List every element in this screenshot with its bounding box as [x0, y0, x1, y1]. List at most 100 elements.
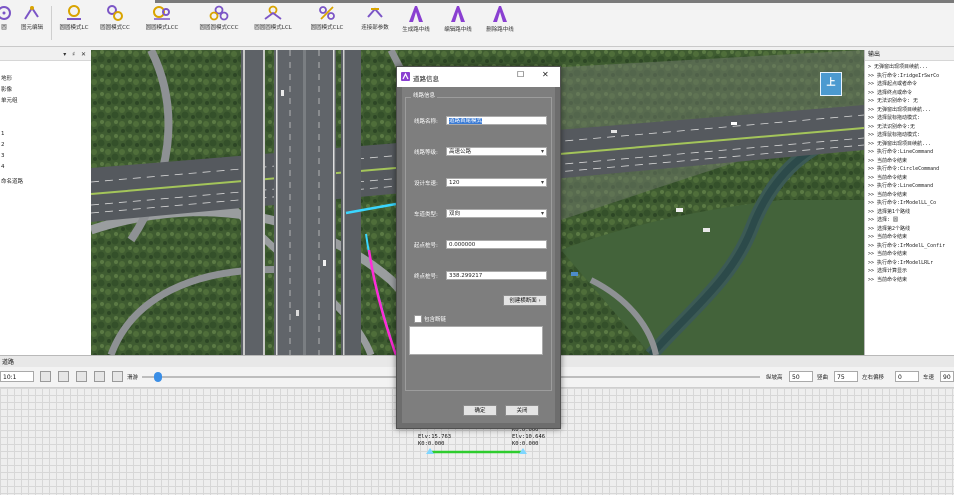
field-label: 左右偏移 [862, 375, 885, 381]
generate-centerline-icon [409, 6, 423, 22]
ribbon-label: 圆圆模式CLC [310, 25, 344, 31]
output-log-line: >> 执行命令:IridgeIrSwrCo [868, 72, 940, 79]
lane-type-label: 车道类型: [414, 212, 438, 218]
start-station-input[interactable]: 0.000000 [446, 240, 547, 249]
ribbon-button-circle-circle-lcc[interactable]: 圆圆模式LCC [139, 5, 185, 43]
output-log-line: >> 当前命令结束 [868, 174, 908, 181]
line-info-group-label: 线路信息 [411, 91, 438, 99]
output-log-line: > 无弹窗出现项目续航... [868, 64, 929, 70]
ribbon-button-delete-centerline[interactable]: 删除路中线 [481, 5, 519, 43]
offset-input[interactable]: 0 [895, 371, 919, 382]
ribbon-label: 图元编辑 [20, 25, 43, 31]
route-name-input[interactable]: 道路首尾模式 [446, 116, 547, 125]
profile-tool-button-2[interactable] [58, 371, 69, 382]
output-panel-title: 输出 [865, 50, 954, 61]
field-label: 竖曲 [817, 375, 829, 381]
output-log-line: >> 当前命令结束 [868, 276, 908, 283]
ribbon-button-generate-centerline[interactable]: 生成路中线 [397, 5, 435, 43]
route-grade-label: 线路等级: [414, 150, 438, 156]
chain-break-checkbox[interactable] [414, 315, 422, 323]
design-speed-select[interactable]: 120 [446, 178, 547, 187]
output-log-line: >> 选择鼠标拖动模式: [868, 132, 921, 138]
ribbon-label: 连接部参数 [361, 25, 389, 31]
output-log-line: >> 无弹窗出现项目续航... [868, 140, 932, 147]
ribbon-button-circle-circle-circle-lcl[interactable]: 圆圆圆模式LCL [250, 5, 296, 43]
route-grade-select[interactable]: 高速公路 [446, 147, 547, 156]
delete-centerline-icon [493, 6, 507, 22]
vertical-grade-input[interactable]: 50 [789, 371, 813, 382]
road-app-icon [401, 72, 410, 81]
profile-tool-button-1[interactable] [40, 371, 51, 382]
tree-item-1[interactable]: 1 [1, 131, 5, 137]
connection-params-icon [367, 7, 383, 18]
circle-circle-clc-icon [319, 6, 335, 20]
panel-controls[interactable]: ▾ ♯ ✕ [63, 51, 88, 58]
output-log-line: >> 当前命令结束 [868, 251, 908, 257]
output-log-line: >> 选择第1个路线 [868, 208, 911, 215]
ribbon-label: 圆圆模式CC [100, 25, 130, 31]
ribbon-button-circle[interactable]: 圆 [0, 5, 16, 43]
dialog-body: 线路信息 线路名称: 道路首尾模式 线路等级: 高速公路 设计车速: 120 车… [402, 87, 555, 423]
field-label: 车速 [923, 375, 935, 381]
maximize-icon[interactable]: ☐ [517, 70, 524, 79]
circle-circle-cc-icon [107, 5, 123, 21]
ribbon-button-edit-centerline[interactable]: 编辑路中线 [439, 5, 477, 43]
scale-select[interactable]: 10:1 [0, 371, 34, 382]
circle-circle-circle-ccc-icon [209, 5, 229, 21]
north-compass-button[interactable]: 上 [820, 72, 842, 96]
lane-type-select[interactable]: 双向 [446, 209, 547, 218]
route-name-label: 线路名称: [414, 119, 438, 125]
ribbon-top-line [155, 0, 954, 3]
tree-item-terrain[interactable]: 地形 [1, 74, 12, 82]
chain-break-label: 包含断链 [424, 317, 447, 323]
output-log-line: >> 无弹窗出现项目续航... [868, 106, 932, 113]
ribbon-label: 圆圆模式LCC [145, 25, 179, 31]
ribbon-label: 圆圆圆模式LCL [254, 25, 292, 31]
dialog-titlebar[interactable]: 道路信息 ☐ ✕ [397, 67, 560, 87]
tree-item-2[interactable]: 2 [1, 142, 5, 148]
ribbon-button-edit-element[interactable]: 图元编辑 [17, 5, 47, 43]
end-station-input[interactable]: 338.299217 [446, 271, 547, 280]
tree-item-3[interactable]: 3 [1, 153, 5, 159]
field-label: 纵坡高 [766, 375, 783, 381]
ribbon-button-circle-circle-lc[interactable]: 圆圆模式LC [55, 5, 93, 43]
circle-circle-lcc-icon [153, 6, 170, 20]
edit-element-icon [24, 6, 39, 20]
ribbon-label: 编辑路中线 [444, 27, 472, 33]
output-log-line: >> 执行命令:CircleCommand [868, 166, 940, 172]
ribbon-button-circle-circle-circle-ccc[interactable]: 圆圆圆模式CCC [194, 5, 244, 43]
output-log-line: >> 执行命令:LineCommand [868, 149, 934, 155]
profile-tool-button-4[interactable] [94, 371, 105, 382]
ok-button[interactable]: 确定 [463, 405, 497, 416]
circle-icon [0, 6, 11, 20]
ribbon-separator [51, 6, 52, 40]
vertical-curve-input[interactable]: 75 [834, 371, 858, 382]
ribbon-button-connection-params[interactable]: 连接部参数 [355, 5, 395, 43]
speed-input[interactable]: 90 [940, 371, 954, 382]
ribbon-toolbar: 圆 图元编辑 圆圆模式LC 圆圆模式CC 圆圆模式LCC 圆圆圆模式CCC 圆圆… [0, 0, 954, 47]
layer-tree-panel: ▾ ♯ ✕ 地形 影像 单元组 1 2 3 4 命名道路 [0, 50, 92, 355]
tree-item-4[interactable]: 4 [1, 164, 5, 170]
ribbon-button-circle-circle-cc[interactable]: 圆圆模式CC [95, 5, 135, 43]
tree-item-named-road[interactable]: 命名道路 [1, 177, 23, 185]
profile-tool-button-5[interactable] [112, 371, 123, 382]
ribbon-label: 删除路中线 [486, 27, 514, 33]
output-log-line: >> 选择第2个路线 [868, 225, 911, 232]
tree-item-unit-group[interactable]: 单元组 [1, 96, 18, 104]
ribbon-button-circle-circle-clc[interactable]: 圆圆模式CLC [305, 5, 349, 43]
profile-tool-button-3[interactable] [76, 371, 87, 382]
output-log-line: >> 执行命令:IrModelL_Confir [868, 242, 946, 249]
ribbon-label: 生成路中线 [402, 27, 430, 33]
close-icon[interactable]: ✕ [542, 70, 549, 79]
profile-slider-thumb[interactable] [154, 372, 163, 382]
circle-circle-circle-lcl-icon [264, 5, 282, 20]
chain-break-list[interactable] [409, 326, 543, 355]
tree-item-imagery[interactable]: 影像 [1, 85, 12, 93]
create-cross-section-button[interactable]: 创建横断面 › [503, 295, 547, 306]
dialog-title: 道路信息 [413, 75, 439, 83]
road-info-dialog: 道路信息 ☐ ✕ 线路信息 线路名称: 道路首尾模式 线路等级: 高速公路 设计… [396, 66, 561, 429]
end-station-label: 终点桩号: [414, 274, 438, 280]
output-log-line: >> 选择: 圆 [868, 217, 899, 223]
close-button[interactable]: 关闭 [505, 405, 539, 416]
output-panel: 输出 > 无弹窗出现项目续航... >> 执行命令:IridgeIrSwrCo >>… [864, 50, 954, 355]
